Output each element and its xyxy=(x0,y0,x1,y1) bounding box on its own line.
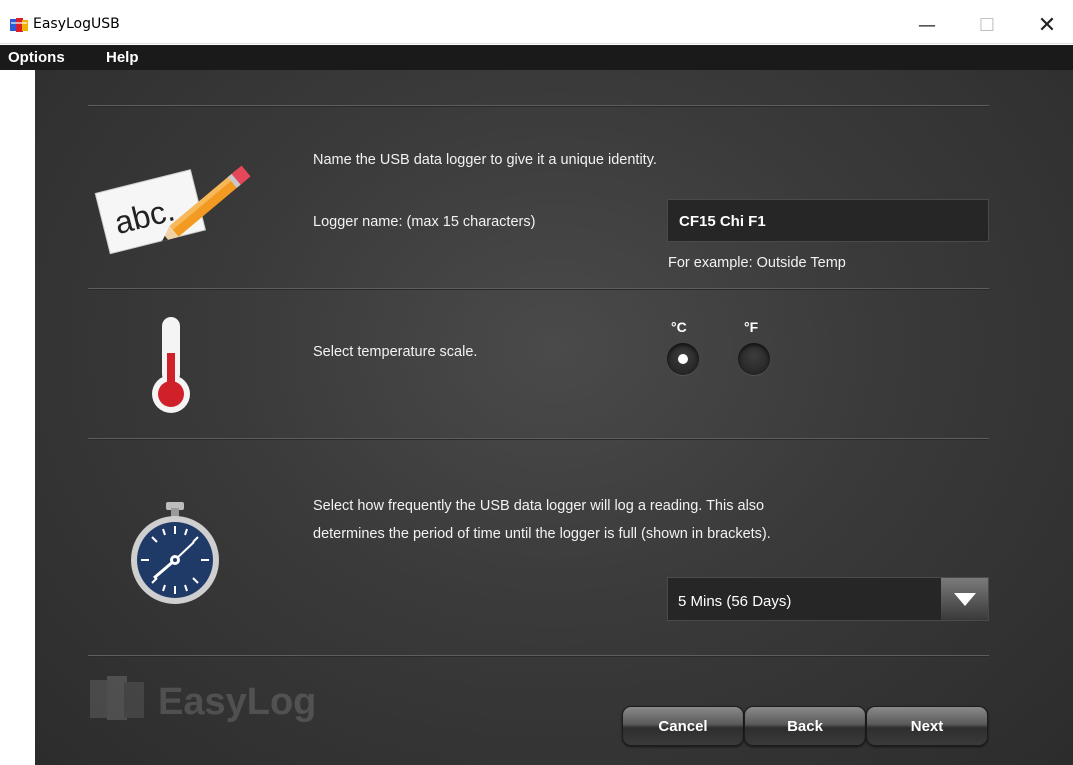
interval-selected-value: 5 Mins (56 Days) xyxy=(678,593,792,610)
fahrenheit-radio[interactable] xyxy=(738,343,770,375)
divider xyxy=(88,288,989,289)
divider xyxy=(88,655,989,656)
divider xyxy=(88,105,989,106)
logger-name-input[interactable]: CF15 Chi F1 xyxy=(667,199,989,242)
interval-description-line2: determines the period of time until the … xyxy=(313,526,771,542)
radio-selected-dot xyxy=(678,354,688,364)
logger-name-label: Logger name: (max 15 characters) xyxy=(313,214,536,230)
logger-name-hint: For example: Outside Temp xyxy=(668,255,846,271)
divider xyxy=(88,438,989,439)
chevron-down-icon xyxy=(953,593,976,606)
interval-dropdown[interactable]: 5 Mins (56 Days) xyxy=(667,577,989,621)
app-icon xyxy=(10,18,28,32)
title-bar: EasyLogUSB — ☐ ✕ xyxy=(0,0,1073,44)
minimize-button[interactable]: — xyxy=(902,8,952,42)
name-heading: Name the USB data logger to give it a un… xyxy=(313,152,657,168)
menu-bar: Options Help xyxy=(0,45,1073,70)
dropdown-arrow-button[interactable] xyxy=(941,578,988,620)
thermometer-icon xyxy=(152,317,190,413)
abc-pencil-icon: abc. xyxy=(94,165,251,255)
interval-description-line1: Select how frequently the USB data logge… xyxy=(313,498,765,514)
fahrenheit-label: °F xyxy=(744,319,759,335)
window-title: EasyLogUSB xyxy=(33,16,120,32)
celsius-label: °C xyxy=(671,319,687,335)
stopwatch-icon xyxy=(131,502,219,604)
svg-text:EasyLog: EasyLog xyxy=(158,681,316,723)
celsius-radio[interactable] xyxy=(667,343,699,375)
close-button[interactable]: ✕ xyxy=(1022,8,1072,42)
wizard-panel: abc. Name the USB data logger to give it… xyxy=(35,70,1073,765)
cancel-button[interactable]: Cancel xyxy=(622,706,744,746)
back-button[interactable]: Back xyxy=(744,706,866,746)
menu-options[interactable]: Options xyxy=(8,49,65,66)
temperature-label: Select temperature scale. xyxy=(313,344,478,360)
next-button[interactable]: Next xyxy=(866,706,988,746)
easylog-logo: EasyLog xyxy=(90,676,316,723)
menu-help[interactable]: Help xyxy=(106,49,139,66)
maximize-button[interactable]: ☐ xyxy=(962,8,1012,42)
